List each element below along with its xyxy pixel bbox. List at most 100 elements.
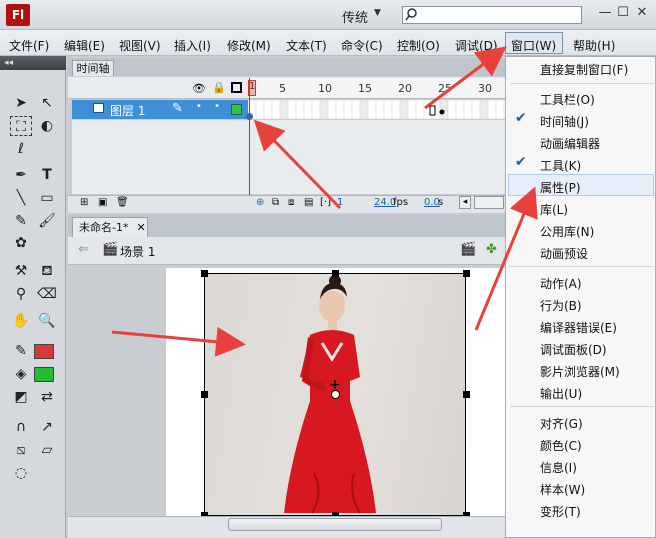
brush-tool-icon[interactable]: 🖌 [36,211,58,231]
eyedropper-tool-icon[interactable]: ⚲ [10,284,32,304]
menu-item-properties[interactable]: 属性(P) [540,179,581,196]
edit-multiple-frames-icon[interactable]: ▤ [304,197,313,208]
subselection-tool-icon[interactable]: ↖ [36,93,58,113]
menu-item-tools[interactable]: 工具(K) [540,157,581,174]
pencil-tool-icon[interactable]: ✎ [10,211,32,231]
rectangle-tool-icon[interactable]: ▭ [36,188,58,208]
new-layer-icon[interactable]: ⊞ [80,197,88,208]
resize-handle[interactable] [463,270,470,277]
menu-item-compiler-errors[interactable]: 编译器错误(E) [540,319,617,336]
resize-handle[interactable] [201,391,208,398]
menu-help[interactable]: 帮助(H) [573,37,615,54]
layer-name[interactable]: 图层 1 [110,102,145,119]
menu-item-toolbars[interactable]: 工具栏(O) [540,91,595,108]
resize-handle[interactable] [463,391,470,398]
eye-icon[interactable]: 👁 [192,82,206,95]
stroke-color-swatch[interactable] [34,344,54,359]
menu-item-motion-editor[interactable]: 动画编辑器 [540,135,600,152]
center-frame-icon[interactable]: ⊕ [256,197,264,208]
current-frame-value[interactable]: 1 [337,197,343,208]
selection-tool-icon[interactable]: ➤ [10,93,32,113]
eraser-tool-icon[interactable]: ⌫ [36,284,58,304]
playhead-line[interactable] [249,78,250,196]
close-tab-icon[interactable]: ✕ [136,221,145,234]
menu-item-swatches[interactable]: 样本(W) [540,481,585,498]
search-input[interactable] [402,6,582,24]
menu-file[interactable]: 文件(F) [9,37,49,54]
menu-item-common-libraries[interactable]: 公用库(N) [540,223,594,240]
visibility-dot-icon[interactable]: • [196,101,202,112]
menu-view[interactable]: 视图(V) [119,37,161,54]
workspace-switcher[interactable]: 传统 [342,7,368,26]
paint-bucket-tool-icon[interactable]: ⛾ [36,261,58,281]
menu-window[interactable]: 窗口(W) [511,37,556,54]
back-arrow-icon[interactable]: ⇐ [78,242,89,257]
menu-item-debug-panels[interactable]: 调试面板(D) [540,341,607,358]
tools-panel-header[interactable]: ◂◂ [0,56,66,70]
frame-ruler[interactable] [248,78,506,98]
menu-item-transform[interactable]: 变形(T) [540,503,581,520]
fill-color-swatch[interactable] [34,367,54,382]
delete-layer-icon[interactable]: 🗑 [116,197,129,208]
menu-item-color[interactable]: 颜色(C) [540,437,582,454]
new-folder-icon[interactable]: ▣ [98,197,107,208]
straighten-icon[interactable]: ⧅ [10,440,32,460]
menu-item-actions[interactable]: 动作(A) [540,275,582,292]
tab-document[interactable]: 未命名-1* ✕ [72,217,148,237]
3d-rotation-tool-icon[interactable]: ◐ [36,116,58,136]
edit-symbol-icon[interactable]: ✤ [486,242,497,257]
menu-insert[interactable]: 插入(I) [174,37,211,54]
lock-icon[interactable]: 🔒 [212,81,226,94]
scroll-left-button[interactable]: ◂ [459,196,471,209]
timeline-hscroll-thumb[interactable] [474,196,504,209]
resize-handle[interactable] [332,270,339,277]
menu-item-motion-presets[interactable]: 动画预设 [540,245,588,262]
menu-control[interactable]: 控制(O) [397,37,440,54]
chevron-down-icon[interactable]: ▼ [374,8,381,18]
outline-icon[interactable] [231,82,242,93]
menu-separator [510,406,654,407]
menu-debug[interactable]: 调试(D) [455,37,498,54]
menu-item-timeline[interactable]: 时间轴(J) [540,113,589,130]
smooth-icon[interactable]: ↗ [36,417,58,437]
menu-item-duplicate-window[interactable]: 直接复制窗口(F) [540,61,628,78]
lasso-tool-icon[interactable]: ℓ [10,139,32,159]
layer-outline-color[interactable] [231,104,242,115]
pen-tool-icon[interactable]: ✒ [10,165,32,185]
onion-outline-icon[interactable]: ⧈ [288,197,294,208]
deco-tool-icon[interactable]: ✿ [10,233,32,253]
stage-hscroll-thumb[interactable] [228,518,442,531]
scale-icon[interactable]: ▱ [36,440,58,460]
bone-tool-icon[interactable]: ⚒ [10,261,32,281]
hand-tool-icon[interactable]: ✋ [10,311,32,331]
menu-item-info[interactable]: 信息(I) [540,459,577,476]
text-tool-icon[interactable]: T [36,165,58,185]
rotate-icon[interactable]: ◌ [10,463,32,483]
edit-scene-icon[interactable]: 🎬 [460,242,476,257]
default-colors-icon[interactable]: ◩ [10,387,32,407]
resize-handle[interactable] [201,270,208,277]
menu-item-movie-explorer[interactable]: 影片浏览器(M) [540,363,620,380]
menu-commands[interactable]: 命令(C) [341,37,383,54]
zoom-tool-icon[interactable]: 🔍 [36,311,58,331]
lock-dot-icon[interactable]: • [214,101,220,112]
minimize-button[interactable]: — [596,4,614,22]
menu-item-output[interactable]: 输出(U) [540,385,582,402]
modify-markers-icon[interactable]: [·] [320,197,331,208]
menu-edit[interactable]: 编辑(E) [64,37,105,54]
menu-text[interactable]: 文本(T) [286,37,327,54]
onion-skin-icon[interactable]: ⧉ [272,197,279,208]
menu-modify[interactable]: 修改(M) [227,37,271,54]
swap-colors-icon[interactable]: ⇄ [36,387,58,407]
menu-item-align[interactable]: 对齐(G) [540,415,583,432]
menu-item-behaviors[interactable]: 行为(B) [540,297,582,314]
scene-label[interactable]: 场景 1 [120,243,155,260]
line-tool-icon[interactable]: ╲ [10,188,32,208]
menu-item-library[interactable]: 库(L) [540,201,568,218]
tab-timeline[interactable]: 时间轴 [72,60,114,76]
maximize-button[interactable]: ☐ [614,4,632,22]
free-transform-tool-icon[interactable]: ⛶ [10,116,32,136]
close-button[interactable]: ✕ [633,4,651,22]
keyframe-dot[interactable] [246,113,253,120]
snap-to-objects-icon[interactable]: ∩ [10,417,32,437]
